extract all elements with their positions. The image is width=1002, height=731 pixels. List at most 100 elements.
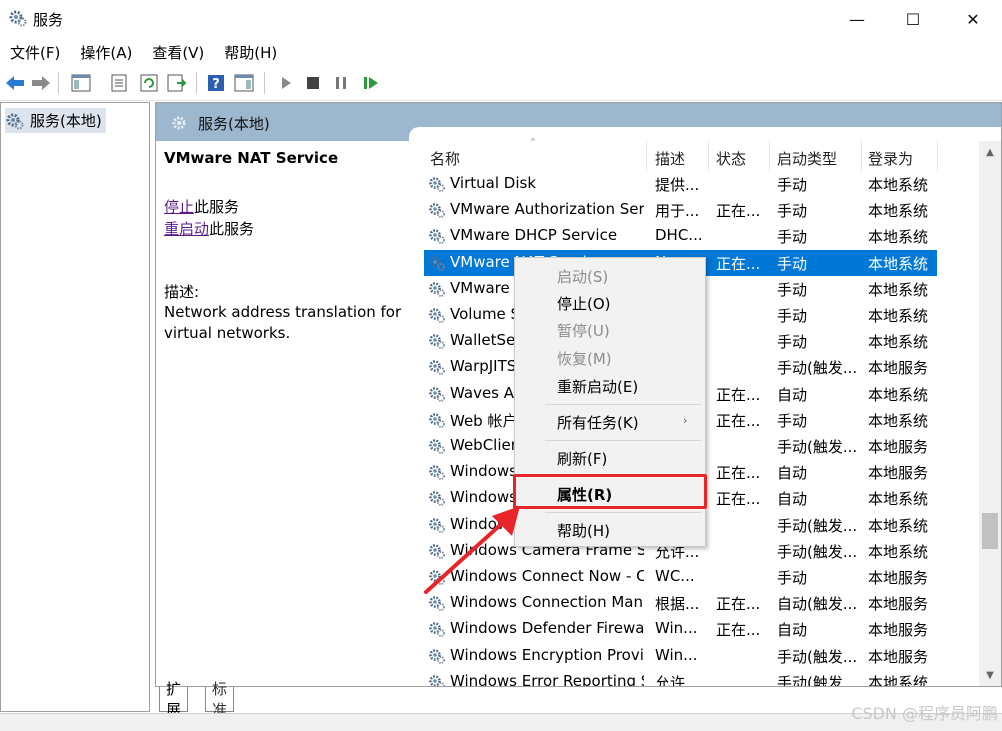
tree-item-services-local[interactable]: 服务(本地) [5,108,106,133]
service-description: 允许... [655,673,700,687]
svg-text:?: ? [212,77,220,92]
service-startup-type: 手动(触发... [777,542,858,561]
menu-item-start[interactable]: 启动(S) [557,266,608,287]
menu-item-all-tasks[interactable]: 所有任务(K) [557,412,639,433]
service-row[interactable]: Windows Defender Firewall Win... 正在... 自动 本地… [424,616,937,642]
tab-extended[interactable]: 扩展 [159,680,189,719]
service-row[interactable]: VMware Authorization Ser... 用于... 正在... 手动 本… [424,197,937,223]
stop-service-link[interactable]: 停止 [164,198,194,216]
column-header-name[interactable]: 名称 [430,148,460,169]
service-status: 正在... [716,490,761,509]
toolbar: ? [0,66,1002,101]
show-hide-tree-icon[interactable] [70,72,92,94]
service-description: 用于... [655,202,700,221]
maximize-button[interactable]: ☐ [890,0,936,38]
service-name: VMware Authorization Ser... [450,200,644,219]
service-startup-type: 手动(触发... [777,516,858,535]
service-gear-icon [428,332,446,350]
service-status: 正在... [716,411,761,430]
service-gear-icon [428,175,446,193]
menu-item-pause[interactable]: 暂停(U) [557,320,610,341]
service-status: 正在... [716,385,761,404]
service-logon-as: 本地系统 [868,673,929,687]
service-logon-as: 本地服务 [868,621,929,640]
menu-help[interactable]: 帮助(H) [214,42,287,63]
help-icon[interactable]: ? [205,72,227,94]
service-logon-as: 本地系统 [868,307,929,325]
menu-item-help[interactable]: 帮助(H) [557,520,610,541]
service-logon-as: 本地系统 [868,542,929,561]
play-icon[interactable] [275,72,297,94]
service-startup-type: 自动 [777,464,808,483]
pause-icon[interactable] [330,72,352,94]
service-gear-icon [428,358,446,376]
service-startup-type: 手动 [777,202,808,221]
back-arrow-icon[interactable] [4,72,26,94]
minimize-icon: — [849,9,865,29]
properties-icon[interactable] [108,72,130,94]
scroll-down-icon[interactable]: ▼ [979,664,1001,686]
service-logon-as: 本地系统 [868,490,929,509]
refresh-icon[interactable] [138,72,160,94]
service-startup-type: 手动 [777,228,808,247]
scroll-up-icon[interactable]: ▲ [979,141,1001,163]
service-logon-as: 本地系统 [868,254,929,273]
column-header-status[interactable]: 状态 [716,148,746,169]
minimize-button[interactable]: — [834,0,880,38]
service-startup-type: 手动(触发... [777,438,858,456]
service-logon-as: 本地服务 [868,595,929,614]
show-hide-action-pane-icon[interactable] [233,72,255,94]
column-header-description[interactable]: 描述 [655,148,685,169]
service-row[interactable]: VMware DHCP Service DHC... 手动 本地系统 [424,223,937,249]
service-logon-as: 本地服务 [868,569,929,587]
service-logon-as: 本地服务 [868,647,929,666]
service-name: Windows Defender Firewall [450,619,644,638]
service-logon-as: 本地系统 [868,228,929,247]
export-list-icon[interactable] [166,72,188,94]
service-startup-type: 自动 [777,490,808,509]
service-startup-type: 自动(触发... [777,595,858,614]
service-logon-as: 本地系统 [868,202,929,221]
forward-arrow-icon[interactable] [30,72,52,94]
menu-bar: 文件(F) 操作(A) 查看(V) 帮助(H) [0,38,1002,66]
menu-item-stop[interactable]: 停止(O) [557,293,611,314]
service-logon-as: 本地系统 [868,411,929,430]
menu-item-restart[interactable]: 重新启动(E) [557,376,638,397]
title-bar: 服务 — ☐ ✕ [0,0,1002,38]
service-startup-type: 手动 [777,280,808,299]
menu-action[interactable]: 操作(A) [70,42,142,63]
service-row[interactable]: Windows Encryption Provid... Win... 手动(触发.… [424,643,937,669]
tab-standard[interactable]: 标准 [205,680,235,719]
service-startup-type: 手动(触发... [777,673,858,687]
sort-ascending-icon: ˆ [530,137,536,151]
submenu-arrow-icon: › [683,414,688,427]
service-status: 正在... [716,621,761,640]
service-logon-as: 本地系统 [868,280,929,299]
service-row[interactable]: Virtual Disk 提供... 手动 本地系统 [424,171,937,197]
vertical-scrollbar[interactable]: ▲ ▼ [979,141,1001,686]
window-title: 服务 [33,11,64,29]
service-gear-icon [428,437,446,455]
service-gear-icon [428,463,446,481]
service-gear-icon [428,411,446,429]
service-startup-type: 自动 [777,621,808,640]
menu-item-refresh[interactable]: 刷新(F) [557,448,607,469]
service-description: 根据... [655,595,700,614]
service-gear-icon [428,280,446,298]
service-gear-icon [428,673,446,686]
menu-view[interactable]: 查看(V) [142,42,214,63]
column-header-logon-as[interactable]: 登录为 [868,148,913,169]
console-tree: 服务(本地) [0,102,150,712]
stop-icon[interactable] [302,72,324,94]
resume-icon[interactable] [360,72,382,94]
menu-file[interactable]: 文件(F) [0,42,70,63]
service-row[interactable]: Windows Error Reporting S... 允许... 手动(触发..… [424,669,937,687]
close-button[interactable]: ✕ [950,0,996,38]
restart-service-link[interactable]: 重启动 [164,220,209,238]
column-header-startup-type[interactable]: 启动类型 [777,148,837,169]
service-description: 提供... [655,176,700,194]
service-name: VMware DHCP Service [450,226,618,245]
menu-item-resume[interactable]: 恢复(M) [557,348,612,369]
service-logon-as: 本地系统 [868,385,929,404]
scrollbar-thumb[interactable] [982,513,998,549]
